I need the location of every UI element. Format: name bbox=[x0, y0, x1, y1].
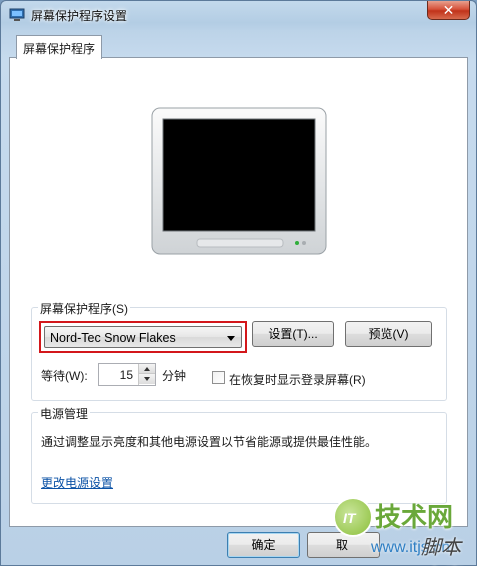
screensaver-app-icon bbox=[9, 8, 25, 21]
watermark-subtitle: 脚本之家 bbox=[421, 537, 461, 559]
power-group-label: 电源管理 bbox=[38, 405, 91, 422]
dropdown-selected-value: Nord-Tec Snow Flakes bbox=[50, 331, 176, 345]
settings-button-label: 设置(T)... bbox=[268, 327, 318, 341]
close-icon: ✕ bbox=[442, 2, 455, 18]
settings-button[interactable]: 设置(T)... bbox=[252, 321, 334, 347]
monitor-preview-icon bbox=[151, 107, 327, 255]
screensaver-group-label: 屏幕保护程序(S) bbox=[38, 300, 130, 317]
title-bar: 屏幕保护程序设置 ✕ bbox=[1, 1, 476, 29]
resume-logon-checkbox[interactable] bbox=[212, 371, 225, 384]
spinner-down-button[interactable] bbox=[139, 374, 155, 384]
dialog-window: 屏幕保护程序设置 ✕ 屏幕保护程序 屏幕保护程序(S) Nord-Tec Sno… bbox=[0, 0, 477, 566]
wait-minutes-value[interactable]: 15 bbox=[120, 368, 133, 382]
ok-button-label: 确定 bbox=[251, 538, 276, 552]
spinner-up-button[interactable] bbox=[139, 364, 155, 374]
watermark-logo-text: IT bbox=[343, 510, 356, 526]
wait-label: 等待(W): bbox=[41, 369, 88, 383]
screensaver-dropdown[interactable]: Nord-Tec Snow Flakes bbox=[39, 321, 247, 353]
window-title: 屏幕保护程序设置 bbox=[31, 9, 128, 23]
resume-logon-label[interactable]: 在恢复时显示登录屏幕(R) bbox=[229, 371, 366, 388]
wait-unit-label: 分钟 bbox=[162, 369, 187, 383]
spinner-buttons bbox=[138, 364, 155, 385]
ok-button[interactable]: 确定 bbox=[227, 532, 300, 558]
wait-minutes-spinner[interactable]: 15 bbox=[98, 363, 156, 386]
arrow-down-icon bbox=[144, 377, 150, 381]
change-power-settings-link[interactable]: 更改电源设置 bbox=[41, 474, 113, 491]
power-description: 通过调整显示亮度和其他电源设置以节省能源或提供最佳性能。 bbox=[41, 435, 378, 449]
site-watermark: IT 技术网 www.itjs.cn 脚本之家 bbox=[331, 495, 471, 565]
preview-button-label: 预览(V) bbox=[368, 327, 409, 341]
arrow-up-icon bbox=[144, 367, 150, 371]
chevron-down-icon[interactable] bbox=[227, 336, 235, 341]
tab-screensaver[interactable]: 屏幕保护程序 bbox=[16, 35, 103, 59]
tab-label: 屏幕保护程序 bbox=[23, 42, 96, 56]
watermark-logo-icon: IT bbox=[333, 497, 373, 537]
dropdown-field[interactable]: Nord-Tec Snow Flakes bbox=[44, 326, 242, 348]
preview-button[interactable]: 预览(V) bbox=[345, 321, 432, 347]
close-button[interactable]: ✕ bbox=[427, 1, 470, 20]
watermark-title: 技术网 bbox=[375, 502, 454, 532]
